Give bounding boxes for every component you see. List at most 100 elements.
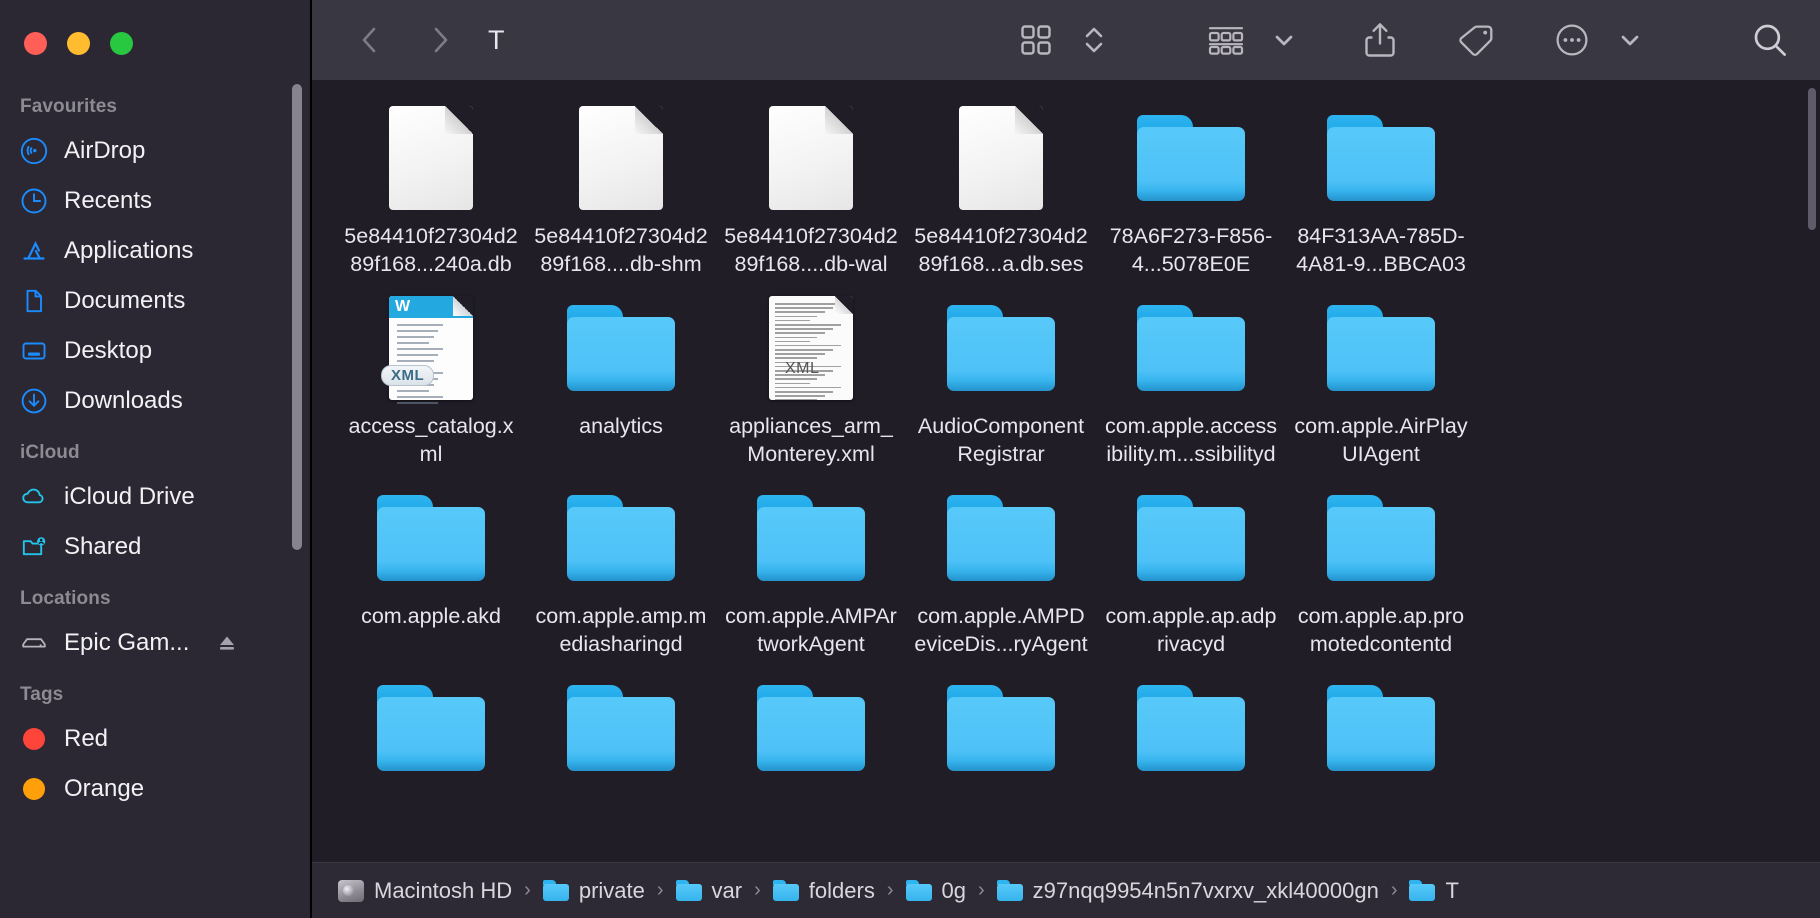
- file-name-label: 5e84410f27304d289f168...a.db.ses: [914, 224, 1088, 276]
- folder-icon: [567, 672, 675, 784]
- sidebar-scrollbar[interactable]: [292, 84, 302, 550]
- file-item[interactable]: 5e84410f27304d289f168...240a.db: [336, 102, 526, 278]
- sidebar-item-label: Applications: [64, 237, 194, 264]
- folder-item[interactable]: AudioComponentRegistrar: [906, 292, 1096, 468]
- search-icon[interactable]: [1748, 16, 1792, 64]
- folder-item[interactable]: 84F313AA-785D-4A81-9...BBCA03: [1286, 102, 1476, 278]
- xml-document-icon: W XML: [381, 292, 473, 404]
- document-icon: [20, 287, 48, 315]
- sidebar-item-applications[interactable]: Applications: [0, 226, 310, 276]
- sidebar-item-shared[interactable]: Shared: [0, 522, 310, 572]
- folder-icon: [377, 482, 485, 594]
- sidebar-item-tag-red[interactable]: Red: [0, 714, 310, 764]
- generic-file-icon: [769, 102, 853, 214]
- sidebar-item-label: Orange: [64, 775, 145, 802]
- folder-icon: [1137, 102, 1245, 214]
- content-scrollbar[interactable]: [1808, 88, 1816, 230]
- folder-icon: [757, 672, 865, 784]
- file-item[interactable]: W XML access_catalog.xml: [336, 292, 526, 468]
- airdrop-icon: [20, 137, 48, 165]
- folder-item[interactable]: com.apple.accessibility.m...ssibilityd: [1096, 292, 1286, 468]
- tag-icon[interactable]: [1454, 16, 1498, 64]
- breadcrumb-separator: ›: [524, 879, 531, 901]
- folder-icon: [1137, 482, 1245, 594]
- file-item[interactable]: 5e84410f27304d289f168....db-shm: [526, 102, 716, 278]
- breadcrumb-item[interactable]: var: [675, 878, 742, 904]
- file-name-label: com.apple.ap.promotedcontentd: [1297, 604, 1465, 656]
- folder-item[interactable]: com.apple.amp.mediasharingd: [526, 482, 716, 658]
- file-name-label: com.apple.AMPArtworkAgent: [725, 604, 897, 656]
- path-bar: Macintosh HD › private › var › folders › 0g › z97n…: [312, 862, 1820, 918]
- file-name-label: access_catalog.xml: [348, 414, 514, 466]
- breadcrumb-item[interactable]: 0g: [905, 878, 966, 904]
- folder-item[interactable]: [1286, 672, 1476, 792]
- close-button[interactable]: [24, 32, 47, 55]
- tag-dot-icon: [20, 725, 48, 753]
- breadcrumb-item[interactable]: T: [1409, 878, 1459, 904]
- file-grid: 5e84410f27304d289f168...240a.db 5e84410f2…: [312, 80, 1820, 806]
- folder-item[interactable]: [1096, 672, 1286, 792]
- sidebar-item-tag-orange[interactable]: Orange: [0, 764, 310, 814]
- folder-icon: [905, 880, 932, 901]
- shared-folder-icon: [20, 533, 48, 561]
- breadcrumb-item[interactable]: folders: [772, 878, 875, 904]
- back-button[interactable]: [348, 16, 392, 64]
- breadcrumb-separator: ›: [656, 879, 664, 901]
- ellipsis-circle-icon[interactable]: [1550, 16, 1594, 64]
- breadcrumb-separator: ›: [886, 879, 894, 901]
- folder-icon: [1327, 482, 1435, 594]
- folder-item[interactable]: com.apple.AMPArtworkAgent: [716, 482, 906, 658]
- chevron-up-down-icon[interactable]: [1072, 16, 1116, 64]
- folder-icon: [567, 482, 675, 594]
- folder-item[interactable]: com.apple.ap.promotedcontentd: [1286, 482, 1476, 658]
- folder-item[interactable]: com.apple.AirPlayUIAgent: [1286, 292, 1476, 468]
- breadcrumb-label: Macintosh HD: [374, 877, 513, 903]
- desktop-icon: [20, 337, 48, 365]
- file-name-label: 78A6F273-F856-4...5078E0E: [1109, 224, 1273, 276]
- minimize-button[interactable]: [67, 32, 90, 55]
- sidebar-item-downloads[interactable]: Downloads: [0, 376, 310, 426]
- folder-item[interactable]: 78A6F273-F856-4...5078E0E: [1096, 102, 1286, 278]
- sidebar-item-icloud-drive[interactable]: iCloud Drive: [0, 472, 310, 522]
- sidebar-item-label: Epic Gam...: [64, 629, 190, 656]
- breadcrumb-item[interactable]: private: [542, 878, 645, 904]
- file-name-label: com.apple.accessibility.m...ssibilityd: [1104, 414, 1278, 466]
- folder-item[interactable]: [526, 672, 716, 792]
- file-item[interactable]: 5e84410f27304d289f168....db-wal: [716, 102, 906, 278]
- folder-item[interactable]: com.apple.akd: [336, 482, 526, 658]
- share-icon[interactable]: [1358, 16, 1402, 64]
- folder-item[interactable]: [906, 672, 1096, 792]
- sidebar-item-recents[interactable]: Recents: [0, 176, 310, 226]
- window-controls: [0, 0, 310, 70]
- folder-item[interactable]: com.apple.AMPDeviceDis...ryAgent: [906, 482, 1096, 658]
- eject-icon[interactable]: [215, 631, 239, 655]
- folder-item[interactable]: analytics: [526, 292, 716, 468]
- xml-document-icon: XML: [769, 292, 853, 404]
- icon-view-grid-icon[interactable]: [1014, 16, 1058, 64]
- folder-icon: [542, 880, 569, 901]
- breadcrumb-item[interactable]: z97nqq9954n5n7vxrxv_xkl40000gn: [996, 878, 1379, 904]
- file-grid-container[interactable]: 5e84410f27304d289f168...240a.db 5e84410f2…: [312, 80, 1820, 862]
- folder-icon: [675, 880, 702, 901]
- forward-button[interactable]: [418, 16, 462, 64]
- breadcrumb-item[interactable]: Macintosh HD: [338, 878, 512, 904]
- file-name-label: 84F313AA-785D-4A81-9...BBCA03: [1296, 224, 1466, 276]
- chevron-down-icon[interactable]: [1262, 16, 1306, 64]
- maximize-button[interactable]: [110, 32, 133, 55]
- folder-item[interactable]: com.apple.ap.adprivacyd: [1096, 482, 1286, 658]
- sidebar-item-documents[interactable]: Documents: [0, 276, 310, 326]
- chevron-down-icon[interactable]: [1608, 16, 1652, 64]
- download-icon: [20, 387, 48, 415]
- file-name-label: com.apple.AMPDeviceDis...ryAgent: [914, 604, 1088, 656]
- folder-item[interactable]: [716, 672, 906, 792]
- file-item[interactable]: XML appliances_arm_Monterey.xml: [716, 292, 906, 468]
- sidebar-item-airdrop[interactable]: AirDrop: [0, 126, 310, 176]
- folder-item[interactable]: [336, 672, 526, 792]
- sidebar-item-epic-games[interactable]: Epic Gam...: [0, 618, 310, 668]
- file-item[interactable]: 5e84410f27304d289f168...a.db.ses: [906, 102, 1096, 278]
- sidebar-item-label: iCloud Drive: [64, 483, 195, 510]
- folder-icon: [772, 880, 799, 901]
- sidebar-item-desktop[interactable]: Desktop: [0, 326, 310, 376]
- main-area: T 5e84410f27304d289f168...240a.db 5e8441…: [310, 0, 1820, 918]
- group-by-icon[interactable]: [1204, 16, 1248, 64]
